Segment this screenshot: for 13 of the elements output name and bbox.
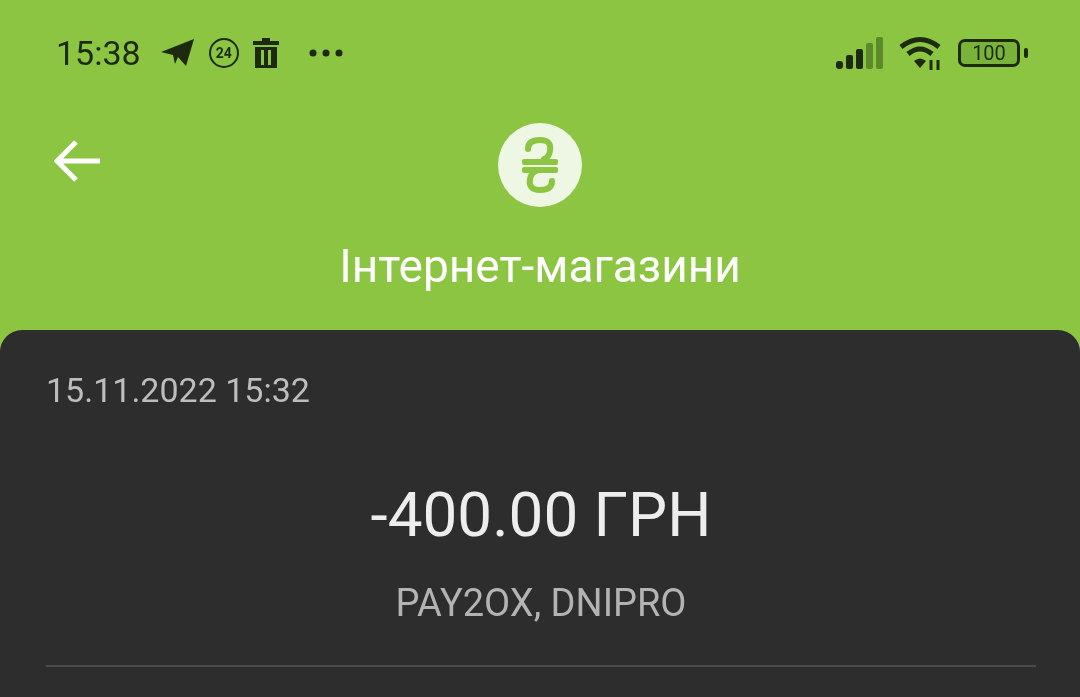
back-arrow-icon[interactable] [54, 139, 102, 183]
signal-icon [836, 36, 884, 69]
transaction-amount: -400.00 ГРН [370, 478, 712, 551]
battery-indicator: 100 [958, 38, 1020, 67]
category-title: Інтернет-магазини [339, 239, 741, 293]
merchant-name: PAY2OX, DNIPRO [395, 581, 687, 625]
battery-cap-icon [1024, 47, 1028, 58]
more-icon [308, 48, 343, 57]
notification-badge: 24 [208, 37, 239, 68]
clock-time: 15:38 [56, 32, 141, 73]
trash-icon [252, 37, 279, 68]
paper-plane-icon [160, 38, 195, 67]
transaction-datetime: 15.11.2022 15:32 [46, 370, 310, 410]
